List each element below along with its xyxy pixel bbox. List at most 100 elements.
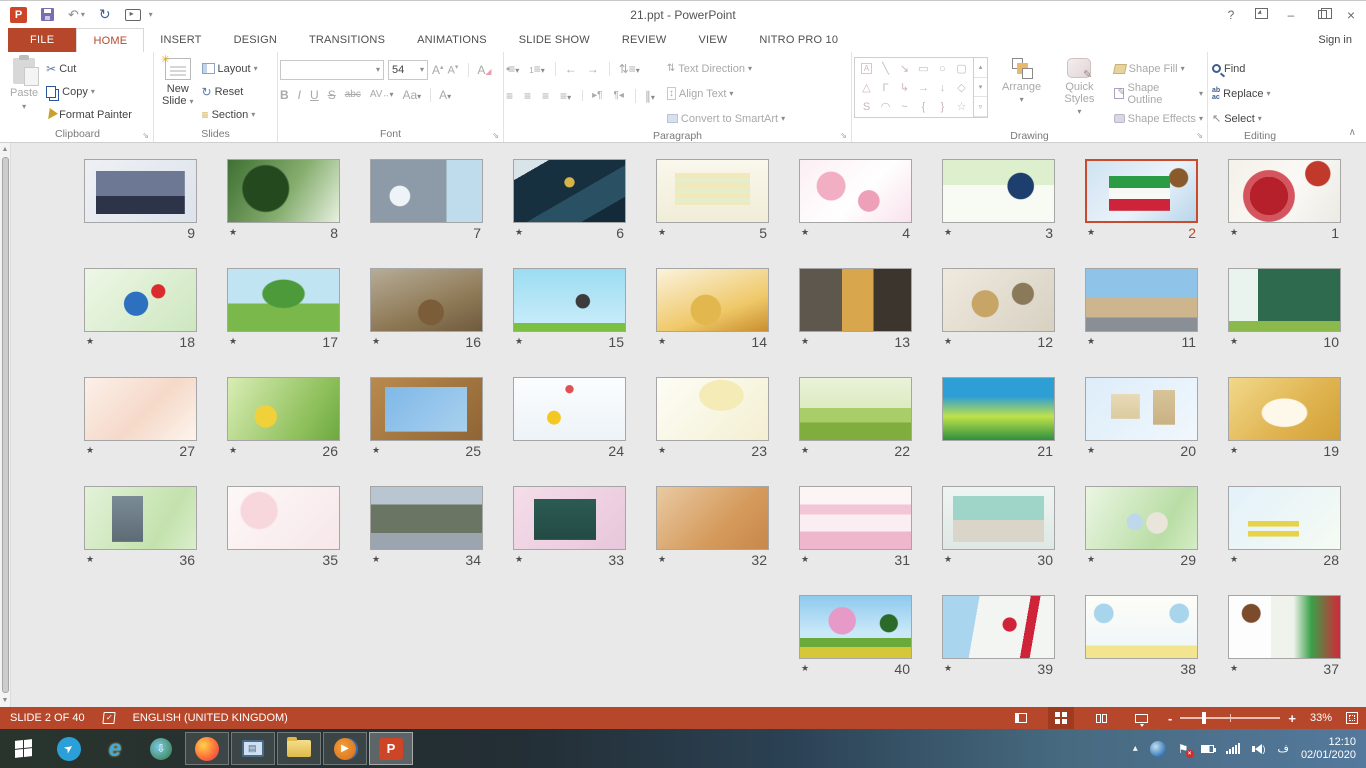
shape-icon[interactable]: ~ bbox=[901, 101, 907, 113]
start-from-beginning-icon[interactable] bbox=[125, 9, 141, 21]
shape-icon[interactable]: S bbox=[863, 101, 870, 113]
slide-12-thumbnail[interactable] bbox=[942, 268, 1055, 332]
slide-show-button[interactable] bbox=[1128, 707, 1154, 729]
collapse-ribbon-icon[interactable]: ∧ bbox=[1349, 127, 1356, 138]
arrange-button[interactable]: Arrange▾ bbox=[996, 54, 1047, 126]
slide-1-thumbnail[interactable] bbox=[1228, 159, 1341, 223]
shape-icon[interactable]: ▢ bbox=[956, 62, 966, 75]
customize-qat-icon[interactable]: ▾ bbox=[149, 10, 153, 19]
paste-button[interactable]: Paste ▾ bbox=[4, 54, 44, 126]
slide-36-thumbnail[interactable] bbox=[84, 486, 197, 550]
taskbar-internet-explorer[interactable]: e bbox=[92, 729, 138, 768]
slide-38-thumbnail[interactable] bbox=[1085, 595, 1198, 659]
scroll-down-icon[interactable]: ▼ bbox=[0, 694, 10, 707]
slide-11-thumbnail[interactable] bbox=[1085, 268, 1198, 332]
strikethrough-button[interactable]: S bbox=[328, 88, 336, 102]
right-to-left-direction-icon[interactable]: ¶◂ bbox=[613, 90, 623, 101]
slide-25-thumbnail[interactable] bbox=[370, 377, 483, 441]
tab-insert[interactable]: INSERT bbox=[144, 28, 217, 52]
zoom-in-button[interactable]: + bbox=[1288, 711, 1296, 726]
shapes-gallery-scrollbar[interactable]: ▴ ▾ ▿ bbox=[973, 58, 987, 117]
shape-icon[interactable]: ↓ bbox=[940, 82, 946, 94]
slide-34-thumbnail[interactable] bbox=[370, 486, 483, 550]
close-icon[interactable]: × bbox=[1336, 7, 1366, 23]
increase-indent-icon[interactable]: → bbox=[587, 62, 599, 76]
slide-20-thumbnail[interactable] bbox=[1085, 377, 1198, 441]
shape-outline-button[interactable]: Shape Outline ▾ bbox=[1112, 83, 1205, 104]
shape-icon[interactable]: { bbox=[922, 101, 926, 113]
taskbar-download-manager[interactable]: ⇩ bbox=[138, 729, 184, 768]
copy-button[interactable]: Copy ▾ bbox=[44, 81, 134, 102]
align-center-icon[interactable]: ≡ bbox=[524, 89, 531, 103]
taskbar-firefox[interactable] bbox=[185, 732, 229, 765]
zoom-slider[interactable] bbox=[1180, 717, 1280, 719]
slide-13-thumbnail[interactable] bbox=[799, 268, 912, 332]
network-signal-icon[interactable] bbox=[1226, 743, 1240, 754]
slide-29-thumbnail[interactable] bbox=[1085, 486, 1198, 550]
slide-31-thumbnail[interactable] bbox=[799, 486, 912, 550]
slide-15-thumbnail[interactable] bbox=[513, 268, 626, 332]
tab-animations[interactable]: ANIMATIONS bbox=[401, 28, 503, 52]
tab-nitro-pro-10[interactable]: NITRO PRO 10 bbox=[743, 28, 854, 52]
align-text-button[interactable]: ↕ Align Text ▾ bbox=[665, 83, 787, 104]
shapes-scroll-down-icon[interactable]: ▾ bbox=[974, 78, 987, 98]
shape-icon[interactable]: ↳ bbox=[900, 81, 909, 94]
restore-icon[interactable] bbox=[1306, 8, 1336, 22]
text-direction-button[interactable]: ⇅ Text Direction ▾ bbox=[665, 58, 787, 79]
shape-icon[interactable]: △ bbox=[862, 81, 870, 94]
slide-32-thumbnail[interactable] bbox=[656, 486, 769, 550]
slide-18-thumbnail[interactable] bbox=[84, 268, 197, 332]
bold-button[interactable]: B bbox=[280, 88, 289, 102]
scroll-up-icon[interactable]: ▲ bbox=[0, 143, 10, 156]
redo-icon[interactable]: ↻ bbox=[99, 6, 111, 23]
bullets-button[interactable]: •≡▾ bbox=[506, 62, 519, 76]
drawing-dialog-launcher-icon[interactable]: ⇘ bbox=[1196, 131, 1203, 140]
align-left-icon[interactable]: ≡ bbox=[506, 89, 513, 103]
clipboard-dialog-launcher-icon[interactable]: ⇘ bbox=[142, 131, 149, 140]
underline-button[interactable]: U bbox=[310, 88, 319, 102]
taskbar-remote-desktop[interactable] bbox=[231, 732, 275, 765]
find-button[interactable]: Find bbox=[1210, 58, 1273, 79]
spell-check-icon[interactable] bbox=[102, 712, 115, 724]
columns-button[interactable]: ∥▾ bbox=[635, 89, 655, 103]
slide-40-thumbnail[interactable] bbox=[799, 595, 912, 659]
quick-styles-button[interactable]: Quick Styles ▾ bbox=[1055, 54, 1104, 126]
undo-dropdown-icon[interactable]: ▾ bbox=[81, 10, 85, 19]
shape-icon[interactable]: A bbox=[861, 63, 872, 74]
slide-4-thumbnail[interactable] bbox=[799, 159, 912, 223]
slide-28-thumbnail[interactable] bbox=[1228, 486, 1341, 550]
italic-button[interactable]: I bbox=[298, 88, 301, 102]
clock[interactable]: 12:10 02/01/2020 bbox=[1301, 736, 1356, 762]
slide-8-thumbnail[interactable] bbox=[227, 159, 340, 223]
format-painter-button[interactable]: Format Painter bbox=[44, 104, 134, 125]
slide-sorter-view-button[interactable] bbox=[1048, 707, 1074, 729]
slide-3-thumbnail[interactable] bbox=[942, 159, 1055, 223]
battery-icon[interactable] bbox=[1201, 745, 1214, 753]
shape-icon[interactable]: ↘ bbox=[900, 62, 909, 75]
font-name-combo[interactable]: ▾ bbox=[280, 60, 384, 80]
sign-in-link[interactable]: Sign in bbox=[1318, 28, 1352, 52]
shape-icon[interactable]: ◠ bbox=[881, 100, 891, 113]
zoom-out-button[interactable]: - bbox=[1168, 711, 1172, 726]
layout-button[interactable]: Layout ▾ bbox=[200, 58, 260, 79]
reset-button[interactable]: ↻ Reset bbox=[200, 81, 260, 102]
keyboard-language-indicator[interactable]: ف bbox=[1278, 742, 1289, 755]
shape-icon[interactable]: → bbox=[918, 82, 929, 94]
slide-10-thumbnail[interactable] bbox=[1228, 268, 1341, 332]
shape-icon[interactable]: ☆ bbox=[957, 100, 967, 113]
zoom-slider-thumb[interactable] bbox=[1202, 712, 1206, 724]
action-center-flag-icon[interactable]: ⚑× bbox=[1178, 742, 1189, 756]
language-indicator[interactable]: ENGLISH (UNITED KINGDOM) bbox=[133, 712, 288, 724]
clear-formatting-icon[interactable]: A◢ bbox=[468, 63, 491, 77]
tray-app-icon[interactable] bbox=[1150, 741, 1166, 757]
slide-5-thumbnail[interactable] bbox=[656, 159, 769, 223]
slide-21-thumbnail[interactable] bbox=[942, 377, 1055, 441]
decrease-indent-icon[interactable]: ← bbox=[555, 62, 577, 76]
convert-to-smartart-button[interactable]: Convert to SmartArt ▾ bbox=[665, 108, 787, 129]
align-right-icon[interactable]: ≡ bbox=[542, 89, 549, 103]
tab-transitions[interactable]: TRANSITIONS bbox=[293, 28, 401, 52]
zoom-level[interactable]: 33% bbox=[1310, 712, 1332, 724]
select-button[interactable]: ↖ Select ▾ bbox=[1210, 108, 1273, 129]
slide-26-thumbnail[interactable] bbox=[227, 377, 340, 441]
slide-14-thumbnail[interactable] bbox=[656, 268, 769, 332]
